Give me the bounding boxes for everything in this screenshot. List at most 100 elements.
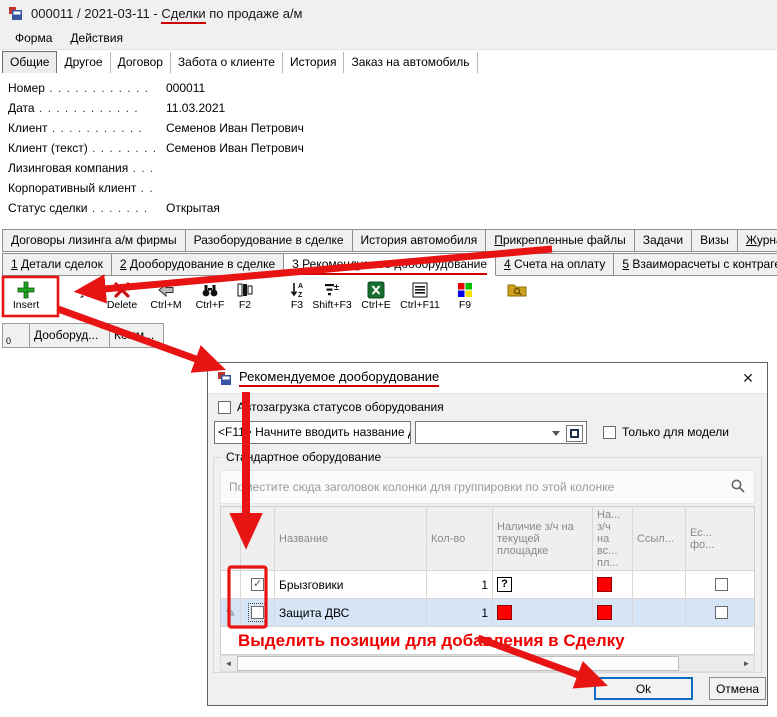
- cell-name[interactable]: Брызговики: [275, 571, 427, 599]
- cell-qty[interactable]: 1: [427, 599, 493, 627]
- close-icon[interactable]: [738, 370, 758, 387]
- find-binoculars-icon: [200, 281, 220, 299]
- cell-qty[interactable]: 1: [427, 571, 493, 599]
- row-checkbox-cell[interactable]: [241, 571, 275, 599]
- row-checkbox[interactable]: [251, 606, 264, 619]
- photo-checkbox[interactable]: [715, 578, 728, 591]
- field-row: Клиент (текст) . . . . . . . .Семенов Ив…: [8, 138, 448, 158]
- svg-text:Z: Z: [298, 292, 303, 299]
- tab-zabota[interactable]: Забота о клиенте: [171, 52, 283, 73]
- header-checkbox-column[interactable]: [241, 507, 275, 571]
- title-underlined-word: Сделки: [161, 6, 205, 24]
- cell-photo[interactable]: [686, 571, 755, 599]
- sort-button[interactable]: AZ F3: [284, 281, 310, 311]
- find-button[interactable]: Ctrl+F: [188, 281, 232, 311]
- excel-export-button[interactable]: Ctrl+E: [354, 281, 398, 311]
- chevron-down-icon[interactable]: [552, 431, 560, 436]
- cancel-button[interactable]: Отмена: [709, 677, 766, 700]
- insert-button[interactable]: Insert: [4, 281, 48, 311]
- window-titlebar: 000011 / 2021-03-11 - Сделки по продаже …: [0, 0, 777, 26]
- equipment-row-bryzgoviki[interactable]: Брызговики 1: [221, 571, 754, 599]
- scroll-right-icon[interactable]: [739, 659, 754, 668]
- header-kolvo[interactable]: Кол-во: [427, 507, 493, 571]
- recommended-equipment-dialog: Рекомендуемое дооборудование Автозагрузк…: [207, 362, 768, 706]
- open-list-icon[interactable]: [566, 425, 583, 442]
- delete-x-icon: [112, 281, 132, 299]
- tab-vizy[interactable]: Визы: [691, 229, 738, 252]
- red-annotation-text: Выделить позиции для добавления в Сделку: [238, 631, 625, 651]
- model-only-checkbox-row: Только для модели: [603, 425, 729, 439]
- column-header-kommentariy[interactable]: Комм...: [110, 324, 164, 348]
- row-checkbox[interactable]: [251, 578, 264, 591]
- tab-razoborudovanie[interactable]: Разоборудование в сделке: [185, 229, 353, 252]
- deal-form-fields: Номер . . . . . . . . . . . .000011 Дата…: [8, 78, 448, 218]
- horizontal-scrollbar[interactable]: [220, 655, 755, 672]
- header-est-foto[interactable]: Ес... фо...: [686, 507, 755, 571]
- delete-button[interactable]: Delete: [100, 281, 144, 311]
- field-klient-value[interactable]: Семенов Иван Петрович: [166, 121, 304, 135]
- deal-equipment-grid-header: 0 Дооборуд... Комм...: [2, 323, 164, 348]
- field-row: Статус сделки . . . . . . .Открытая: [8, 198, 448, 218]
- equipment-name-input[interactable]: <F11> Начните вводить название дообор: [214, 421, 411, 444]
- field-data-value[interactable]: 11.03.2021: [166, 101, 225, 115]
- field-klient-text-value[interactable]: Семенов Иван Петрович: [166, 141, 304, 155]
- ok-button[interactable]: Ok: [594, 677, 693, 700]
- tab-istoriya-avto[interactable]: История автомобиля: [352, 229, 487, 252]
- tab-2-dooborudovanie[interactable]: 2 Дооборудование в сделке: [111, 253, 284, 276]
- cell-name[interactable]: Защита ДВС: [275, 599, 427, 627]
- column-header-dooborudovanie[interactable]: Дооборуд...: [30, 324, 110, 348]
- tab-istoriya[interactable]: История: [283, 52, 345, 73]
- columns-button[interactable]: F2: [232, 281, 258, 311]
- group-by-panel[interactable]: Поместите сюда заголовок колонки для гру…: [220, 470, 755, 504]
- menu-deystviya[interactable]: Действия: [61, 28, 132, 48]
- back-button[interactable]: Ctrl+M: [144, 281, 188, 311]
- folder-search-button[interactable]: [504, 281, 530, 299]
- tab-1-detali[interactable]: 1 Детали сделок: [2, 253, 112, 276]
- tab-drugoe[interactable]: Другое: [57, 52, 110, 73]
- menubar: Форма Действия: [0, 26, 777, 50]
- edit-button[interactable]: [74, 281, 100, 299]
- cell-link: [633, 599, 686, 627]
- header-nazvanie[interactable]: Название: [275, 507, 427, 571]
- field-status-value[interactable]: Открытая: [166, 201, 220, 215]
- availability-status-icon: [597, 605, 612, 620]
- grid-toolbar: Insert Delete Ctrl+M Ctrl+F F2 AZ F3 ± S: [4, 281, 530, 323]
- model-only-checkbox[interactable]: [603, 426, 616, 439]
- colors-button[interactable]: F9: [452, 281, 478, 311]
- sort-az-icon: AZ: [287, 281, 307, 299]
- cell-photo[interactable]: [686, 599, 755, 627]
- app-form-icon: [8, 6, 23, 21]
- menu-forma[interactable]: Форма: [6, 28, 61, 48]
- tab-prikreplennye[interactable]: Прикрепленные файлы: [485, 229, 635, 252]
- report-button[interactable]: Ctrl+F11: [398, 281, 442, 311]
- dialog-titlebar: Рекомендуемое дооборудование: [208, 363, 767, 394]
- equipment-combo[interactable]: [415, 421, 587, 444]
- tab-zhurnal[interactable]: Журнал изменений: [737, 229, 777, 252]
- tab-5-vzaimoraschety[interactable]: 5 Взаиморасчеты с контрагентами: [613, 253, 777, 276]
- equipment-row-zashchita-dvs[interactable]: Защита ДВС 1: [221, 599, 754, 627]
- edit-pencil-icon: [77, 281, 97, 299]
- tab-zadachi[interactable]: Задачи: [634, 229, 692, 252]
- header-nalichie-current[interactable]: Наличие з/ч на текущей площадке: [493, 507, 593, 571]
- groupbox-title: Стандартное оборудование: [222, 450, 385, 464]
- header-nalichie-all[interactable]: На... з/ч на вс... пл...: [593, 507, 633, 571]
- tab-3-rekomenduemoe[interactable]: 3 Рекомендуемое дооборудование: [283, 253, 496, 276]
- row-checkbox-cell[interactable]: [241, 599, 275, 627]
- field-row: Корпоративный клиент . .: [8, 178, 448, 198]
- header-ssylka[interactable]: Ссыл...: [633, 507, 686, 571]
- tab-dogovory-lizinga[interactable]: Договоры лизинга а/м фирмы: [2, 229, 186, 252]
- tab-obshchie[interactable]: Общие: [2, 51, 57, 73]
- scroll-left-icon[interactable]: [221, 659, 236, 668]
- field-nomer-value[interactable]: 000011: [166, 81, 205, 95]
- tab-dogovor[interactable]: Договор: [111, 52, 171, 73]
- tab-4-scheta[interactable]: 4 Счета на оплату: [495, 253, 614, 276]
- report-lines-icon: [410, 281, 430, 299]
- scrollbar-thumb[interactable]: [237, 656, 679, 671]
- field-row: Клиент . . . . . . . . . . .Семенов Иван…: [8, 118, 448, 138]
- autoload-checkbox[interactable]: [218, 401, 231, 414]
- cell-link: [633, 571, 686, 599]
- filter-button[interactable]: ± Shift+F3: [310, 281, 354, 311]
- photo-checkbox[interactable]: [715, 606, 728, 619]
- tab-zakaz[interactable]: Заказ на автомобиль: [344, 52, 477, 73]
- search-icon[interactable]: [730, 478, 746, 497]
